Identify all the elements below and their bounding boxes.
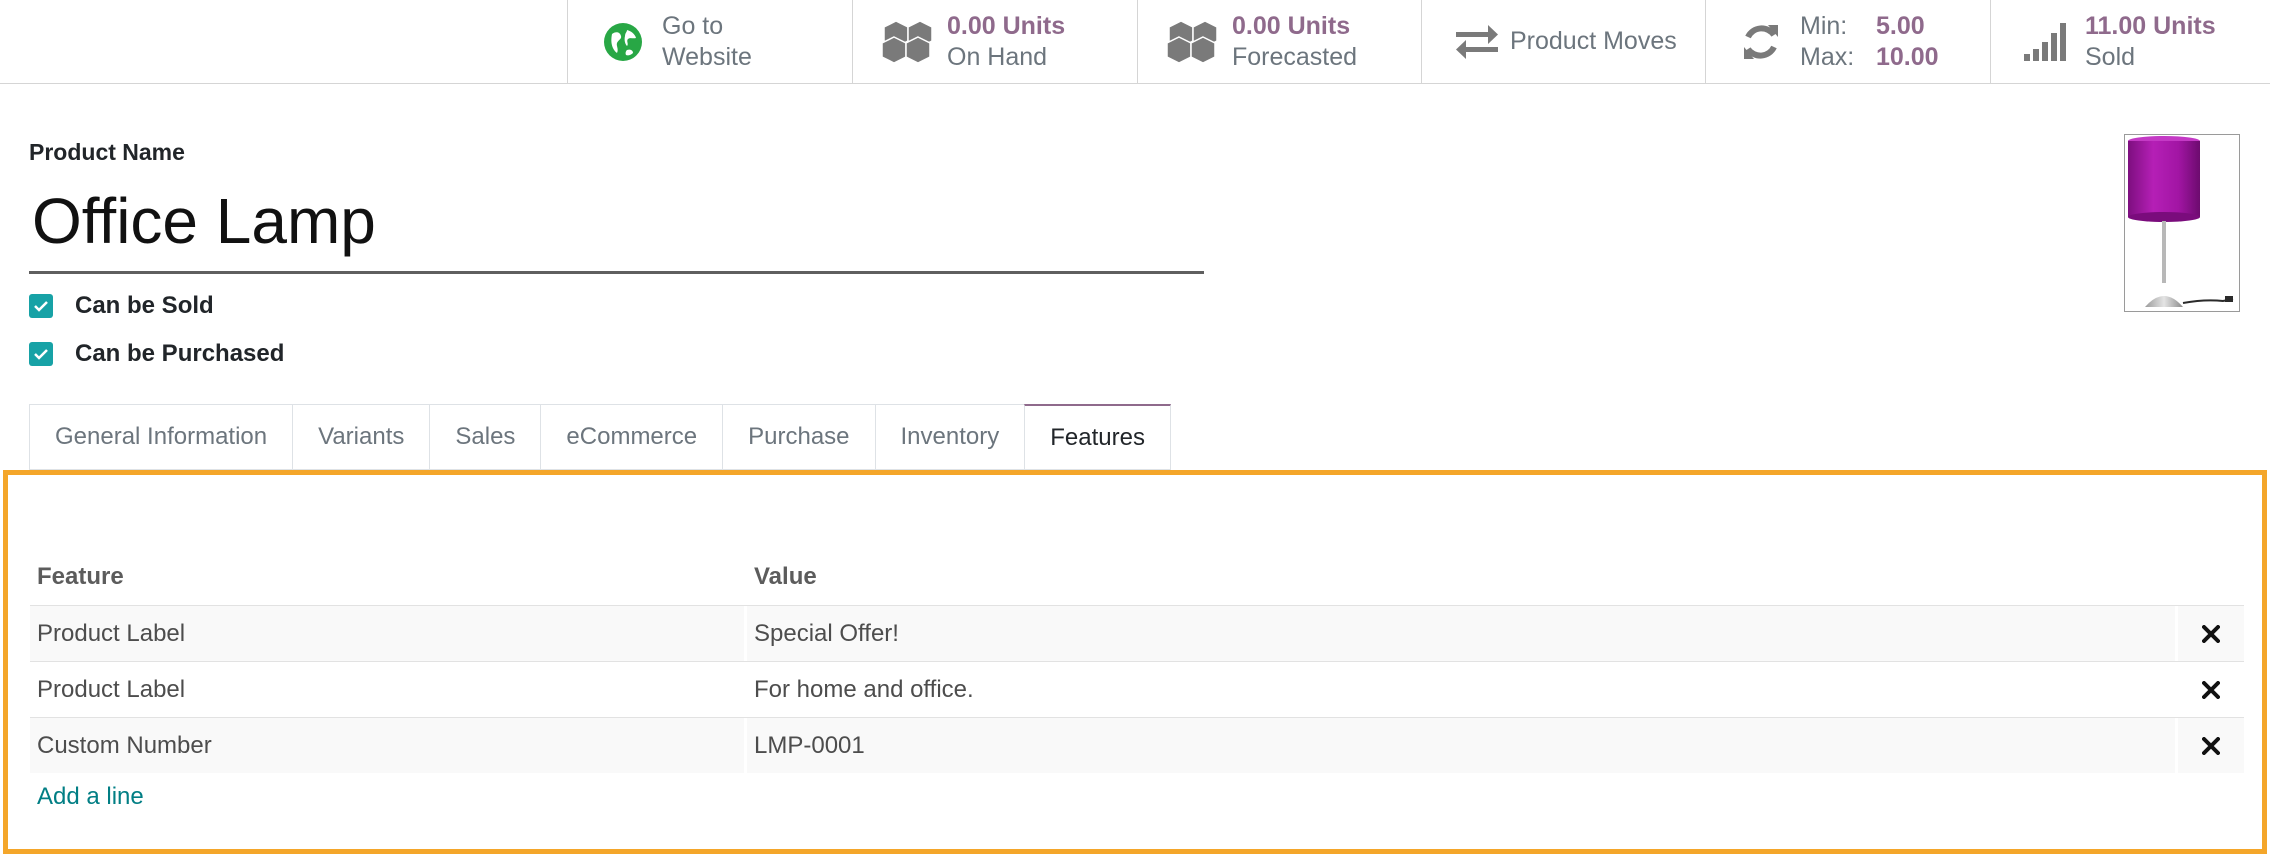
sold-button[interactable]: 11.00 Units Sold [1990, 0, 2270, 83]
table-row[interactable]: Product Label Special Offer! [30, 605, 2244, 661]
on-hand-button[interactable]: 0.00 Units On Hand [852, 0, 1137, 83]
delete-row-button[interactable] [2175, 606, 2244, 661]
close-icon [2202, 680, 2220, 699]
tab-features[interactable]: Features [1024, 404, 1171, 470]
product-moves-label: Product Moves [1510, 27, 1677, 55]
tab-inventory[interactable]: Inventory [874, 404, 1025, 470]
close-icon [2202, 624, 2220, 643]
max-value: 10.00 [1876, 42, 1939, 71]
lamp-image [2128, 136, 2234, 307]
go-to-website-button[interactable]: Go to Website [567, 0, 852, 83]
sold-value: 11.00 Units [2085, 11, 2216, 40]
smart-button-bar: Go to Website 0.00 Units On Hand 0.00 Un… [0, 0, 2270, 84]
can-be-purchased-checkbox[interactable]: Can be Purchased [29, 340, 284, 368]
min-value: 5.00 [1876, 11, 1925, 40]
form-tabs: General Information Variants Sales eComm… [29, 404, 1171, 470]
feature-cell[interactable]: Product Label [30, 676, 744, 704]
product-moves-button[interactable]: Product Moves [1421, 0, 1706, 83]
min-label: Min: [1800, 11, 1848, 40]
tab-variants[interactable]: Variants [292, 404, 430, 470]
column-header-feature[interactable]: Feature [30, 563, 744, 591]
delete-row-button[interactable] [2175, 718, 2244, 773]
tab-ecommerce[interactable]: eCommerce [540, 404, 723, 470]
on-hand-value: 0.00 Units [947, 11, 1066, 40]
globe-icon [590, 22, 656, 62]
value-cell[interactable]: LMP-0001 [744, 718, 2175, 773]
add-line-link[interactable]: Add a line [37, 783, 144, 811]
website-line1: Go to [662, 11, 724, 40]
delete-row-button[interactable] [2175, 662, 2244, 717]
reordering-rules-button[interactable]: Min: 5.00 Max: 10.00 [1705, 0, 1990, 83]
tab-general-information[interactable]: General Information [29, 404, 293, 470]
checkbox-checked-icon[interactable] [29, 294, 53, 318]
can-be-purchased-label: Can be Purchased [75, 340, 285, 367]
can-be-sold-checkbox[interactable]: Can be Sold [29, 292, 214, 320]
website-line2: Website [662, 42, 752, 71]
tab-purchase[interactable]: Purchase [722, 404, 875, 470]
table-row[interactable]: Custom Number LMP-0001 [30, 717, 2244, 773]
tab-sales[interactable]: Sales [429, 404, 541, 470]
features-table: Feature Value Product Label Special Offe… [30, 549, 2244, 773]
close-icon [2202, 736, 2220, 755]
features-panel: Feature Value Product Label Special Offe… [3, 470, 2267, 854]
product-name-label: Product Name [29, 139, 185, 165]
product-name-input[interactable]: Office Lamp [29, 178, 1204, 274]
sold-label: Sold [2085, 42, 2136, 71]
value-cell[interactable]: For home and office. [744, 662, 2175, 717]
value-cell[interactable]: Special Offer! [744, 606, 2175, 661]
on-hand-label: On Hand [947, 42, 1048, 71]
column-header-value[interactable]: Value [744, 563, 817, 591]
product-image[interactable] [2124, 134, 2240, 312]
table-row[interactable]: Product Label For home and office. [30, 661, 2244, 717]
forecasted-label: Forecasted [1232, 42, 1358, 71]
forecasted-value: 0.00 Units [1232, 11, 1351, 40]
exchange-icon [1444, 24, 1510, 59]
forecasted-button[interactable]: 0.00 Units Forecasted [1137, 0, 1422, 83]
cubes-icon [1160, 19, 1226, 65]
table-header: Feature Value [30, 549, 2244, 605]
can-be-sold-label: Can be Sold [75, 292, 214, 319]
feature-cell[interactable]: Product Label [30, 620, 744, 648]
checkbox-checked-icon[interactable] [29, 342, 53, 366]
signal-icon [2013, 22, 2079, 61]
max-label: Max: [1800, 42, 1855, 71]
feature-cell[interactable]: Custom Number [30, 732, 744, 760]
refresh-icon [1728, 21, 1794, 63]
cubes-icon [875, 19, 941, 65]
